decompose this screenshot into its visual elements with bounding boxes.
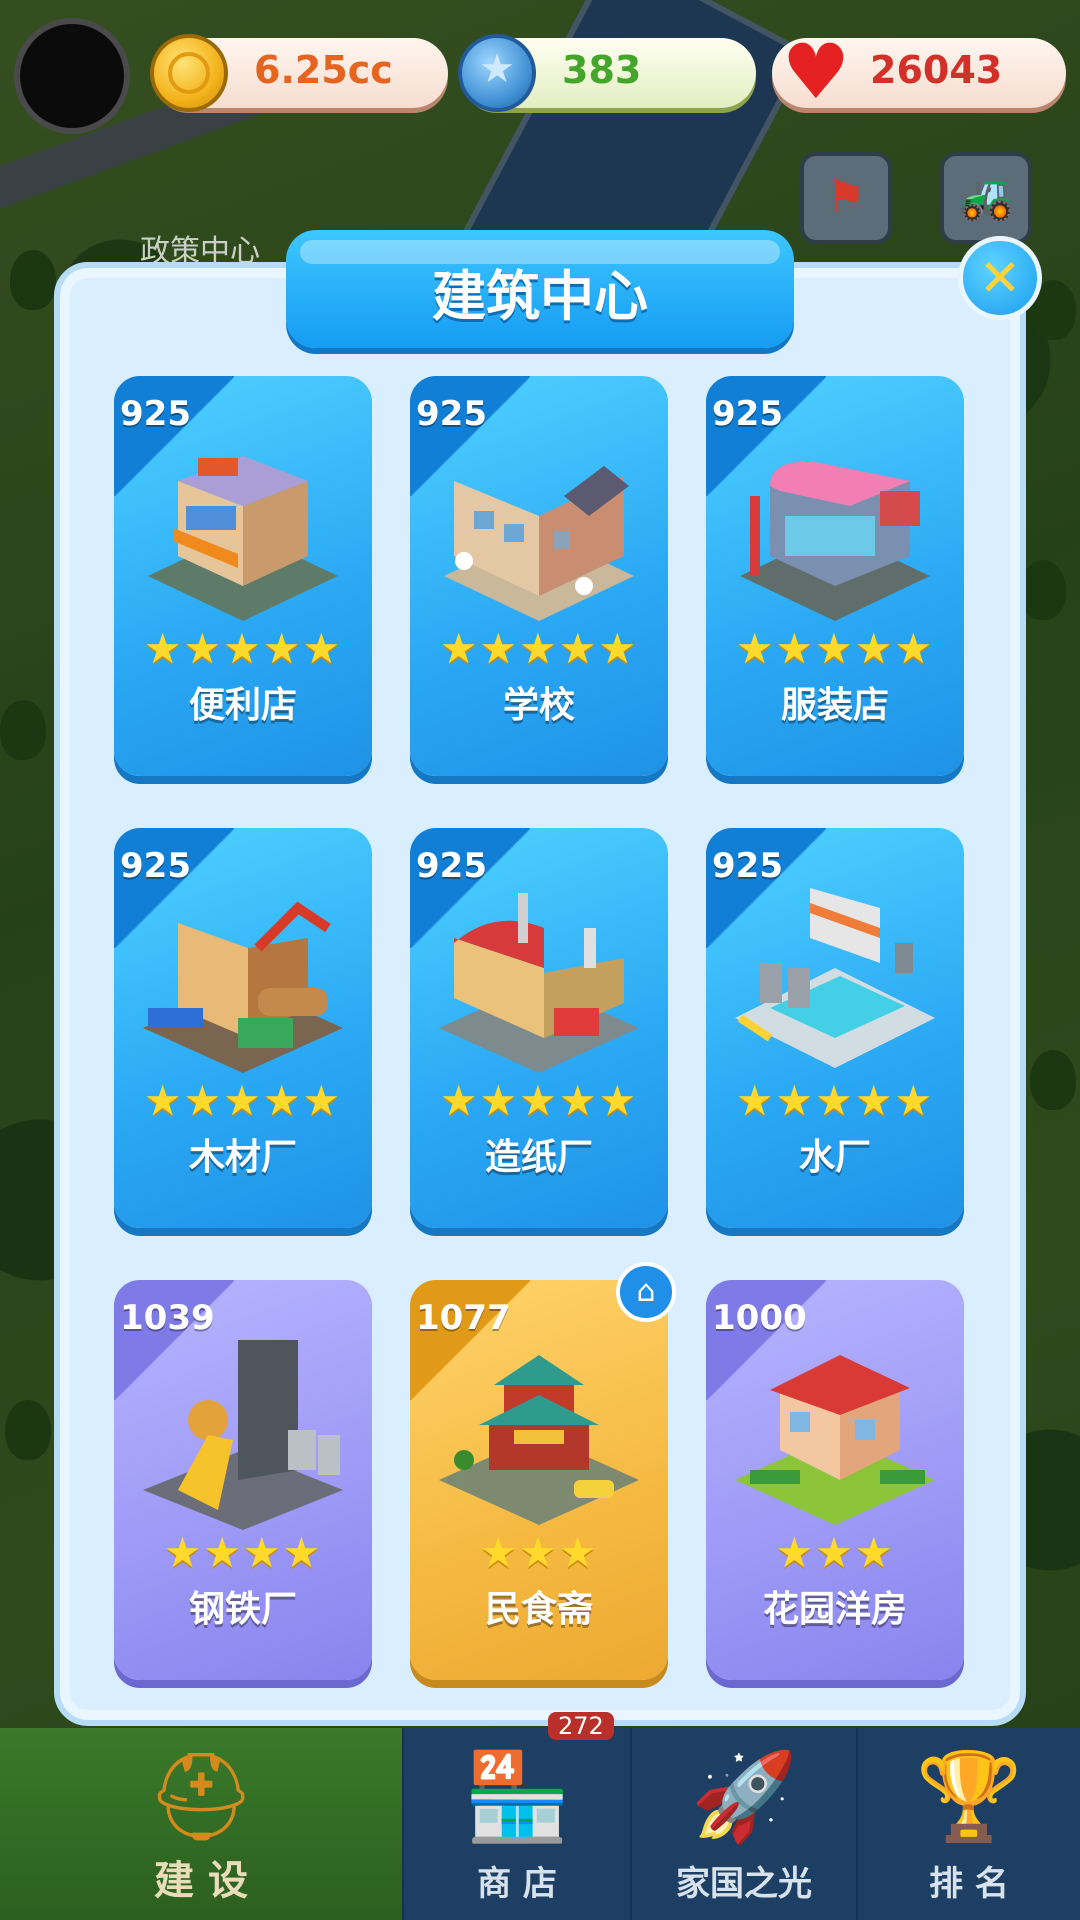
card-price: 925 <box>712 846 783 886</box>
building-card-convenience-store[interactable]: 925 ★★★★★ 便利店 <box>114 376 372 776</box>
card-price: 1000 <box>712 1298 807 1338</box>
home-badge: ⌂ <box>616 1262 676 1322</box>
building-card-school[interactable]: 925 ★★★★★ 学校 <box>410 376 668 776</box>
card-price: 1039 <box>120 1298 215 1338</box>
card-stars: ★★★★★ <box>143 1076 343 1125</box>
ranking-icon: 🏆 <box>915 1747 1023 1847</box>
card-name: 造纸厂 <box>484 1137 593 1178</box>
lumber-mill-icon <box>143 901 343 1073</box>
school-icon <box>444 466 634 621</box>
building-card-water-plant[interactable]: 925 ★★★★★ 水厂 <box>706 828 964 1228</box>
bottom-nav: ⛑ 建 设 🏪 商 店 🚀 家国之光 🏆 排 名 <box>0 1728 1080 1920</box>
water-plant-icon <box>735 888 935 1068</box>
card-name: 花园洋房 <box>762 1589 907 1630</box>
tractor-icon: 🚜 <box>958 172 1014 223</box>
card-name: 水厂 <box>798 1137 871 1178</box>
tab-label: 商 店 <box>477 1864 557 1904</box>
coin-icon <box>150 34 228 112</box>
close-button[interactable]: ✕ <box>958 236 1042 320</box>
card-name: 民食斋 <box>484 1589 593 1630</box>
card-name: 学校 <box>502 685 575 726</box>
restaurant-icon <box>439 1355 639 1525</box>
star-coin-icon: ★ <box>458 34 536 112</box>
clothing-store-icon <box>740 461 930 621</box>
building-card-clothing-store[interactable]: 925 ★★★★★ 服装店 <box>706 376 964 776</box>
card-stars: ★★★★ <box>163 1528 323 1577</box>
tab-label: 家国之光 <box>676 1864 812 1904</box>
card-name: 便利店 <box>188 685 297 726</box>
card-price: 925 <box>120 394 191 434</box>
tab-label: 建 设 <box>154 1858 248 1904</box>
card-stars: ★★★ <box>775 1528 895 1577</box>
coin-counter[interactable]: 6.25cc <box>150 34 448 112</box>
tractor-button[interactable]: 🚜 <box>940 152 1032 244</box>
heart-counter[interactable]: ♥ 26043 <box>772 34 1066 110</box>
card-stars: ★★★★★ <box>143 624 343 673</box>
tab-ranking[interactable]: 🏆 排 名 <box>858 1728 1080 1920</box>
card-price: 925 <box>712 394 783 434</box>
gift-icon: ⚑ <box>826 172 866 223</box>
paper-mill-icon <box>439 893 639 1073</box>
card-name: 木材厂 <box>188 1137 297 1178</box>
panel-title: 建筑中心 <box>432 265 648 328</box>
close-icon: ✕ <box>979 249 1021 307</box>
shop-icon: 🏪 <box>463 1747 571 1847</box>
coin-value: 6.25cc <box>254 48 393 92</box>
star-counter[interactable]: ★ 383 <box>458 34 756 112</box>
building-card-paper-mill[interactable]: 925 ★★★★★ 造纸厂 <box>410 828 668 1228</box>
tab-build[interactable]: ⛑ 建 设 <box>0 1728 402 1920</box>
event-button[interactable]: ⚑ <box>800 152 892 244</box>
card-stars: ★★★ <box>479 1528 599 1577</box>
panel-title-tab: 建筑中心 <box>286 230 794 348</box>
tab-shop[interactable]: 🏪 商 店 <box>404 1728 630 1920</box>
heart-value: 26043 <box>870 48 1003 92</box>
player-avatar[interactable] <box>14 18 130 134</box>
rocket-icon: 🚀 <box>690 1747 798 1847</box>
card-name: 服装店 <box>780 685 889 726</box>
card-stars: ★★★★★ <box>735 624 935 673</box>
card-stars: ★★★★★ <box>735 1076 935 1125</box>
star-value: 383 <box>562 48 642 92</box>
heart-icon: ♥ <box>781 27 851 116</box>
card-price: 1077 <box>416 1298 511 1338</box>
card-stars: ★★★★★ <box>439 1076 639 1125</box>
building-card-lumber-mill[interactable]: 925 ★★★★★ 木材厂 <box>114 828 372 1228</box>
building-card-restaurant[interactable]: 1077 ★★★ 民食斋 <box>410 1280 668 1680</box>
tab-national-light[interactable]: 🚀 家国之光 <box>632 1728 856 1920</box>
card-price: 925 <box>120 846 191 886</box>
convenience-store-icon <box>148 456 338 621</box>
card-name: 钢铁厂 <box>188 1589 297 1630</box>
tab-label: 排 名 <box>929 1864 1009 1904</box>
steel-mill-icon <box>143 1340 343 1530</box>
card-price: 925 <box>416 394 487 434</box>
building-card-steel-mill[interactable]: 1039 ★★★★ 钢铁厂 <box>114 1280 372 1680</box>
card-stars: ★★★★★ <box>439 624 639 673</box>
shop-badge: 272 <box>548 1712 614 1740</box>
card-price: 925 <box>416 846 487 886</box>
garden-villa-icon <box>735 1355 935 1525</box>
hardhat-icon: ⛑ <box>146 1747 256 1847</box>
building-card-garden-villa[interactable]: 1000 ★★★ 花园洋房 <box>706 1280 964 1680</box>
home-icon: ⌂ <box>636 1274 656 1309</box>
